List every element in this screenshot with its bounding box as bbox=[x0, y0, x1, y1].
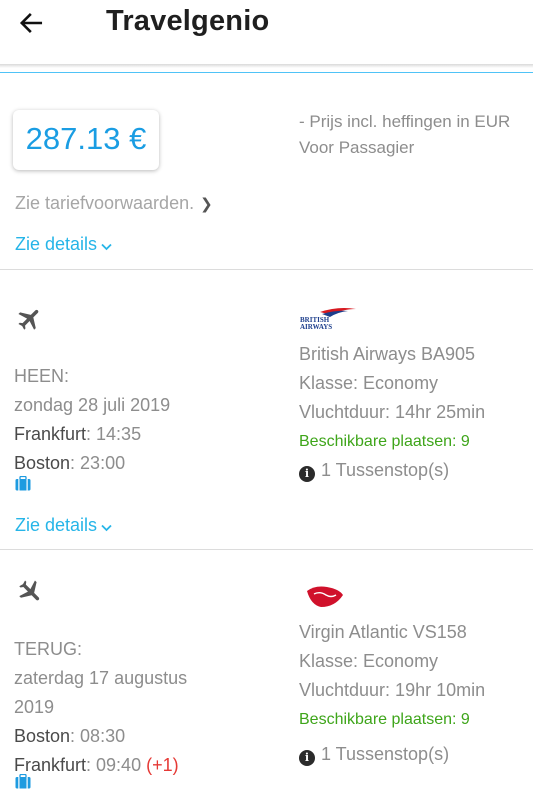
back-button[interactable] bbox=[18, 10, 48, 40]
app-bar-shadow bbox=[0, 64, 533, 68]
fare-conditions-label: Zie tariefvoorwaarden. bbox=[15, 193, 195, 213]
price-amount: 287.13 € bbox=[25, 121, 147, 156]
return-departure: Boston: 08:30 bbox=[14, 722, 187, 751]
price-note: - Prijs incl. heffingen in EUR Voor Pass… bbox=[299, 109, 510, 161]
chevron-down-icon bbox=[101, 516, 112, 537]
return-departure-time: : 08:30 bbox=[70, 726, 126, 746]
details-label: Zie details bbox=[15, 234, 98, 254]
accent-divider bbox=[0, 72, 533, 73]
return-date-year: 2019 bbox=[14, 697, 55, 717]
luggage-icon bbox=[15, 774, 31, 789]
price-note-passenger: Voor Passagier bbox=[299, 138, 415, 157]
fare-conditions-link[interactable]: Zie tariefvoorwaarden. ❯ bbox=[15, 193, 213, 214]
return-class: Klasse: Economy bbox=[299, 651, 439, 671]
return-flight-info: Virgin Atlantic VS158 Klasse: Economy Vl… bbox=[299, 618, 485, 769]
airplane-icon bbox=[18, 309, 39, 330]
chevron-right-icon: ❯ bbox=[200, 196, 213, 213]
return-duration: Vluchtduur: 19hr 10min bbox=[299, 680, 486, 700]
outbound-seats-available: Beschikbare plaatsen: 9 bbox=[299, 433, 470, 450]
svg-text:AIRWAYS: AIRWAYS bbox=[300, 323, 332, 330]
outbound-arrival-time: : 23:00 bbox=[70, 453, 126, 473]
outbound-stops[interactable]: i 1 Tussenstop(s) bbox=[299, 456, 485, 485]
outbound-departure: Frankfurt: 14:35 bbox=[14, 420, 170, 449]
chevron-down-icon bbox=[101, 235, 112, 256]
return-seats-available: Beschikbare plaatsen: 9 bbox=[299, 711, 470, 728]
outbound-direction: HEEN: bbox=[14, 366, 70, 386]
return-direction: TERUG: bbox=[14, 639, 83, 659]
price-details-link[interactable]: Zie details bbox=[15, 234, 112, 256]
outbound-details-link[interactable]: Zie details bbox=[15, 515, 112, 537]
info-icon: i bbox=[299, 750, 315, 766]
return-departure-city: Boston bbox=[14, 726, 71, 746]
divider bbox=[0, 269, 533, 270]
return-stops-label: 1 Tussenstop(s) bbox=[321, 744, 450, 764]
day-offset-badge: (+1) bbox=[146, 755, 179, 775]
airplane-icon bbox=[19, 580, 40, 601]
outbound-departure-city: Frankfurt bbox=[14, 424, 87, 444]
price-card: 287.13 € bbox=[13, 110, 159, 170]
outbound-summary: HEEN: zondag 28 juli 2019 Frankfurt: 14:… bbox=[14, 362, 170, 478]
luggage-icon bbox=[15, 476, 31, 491]
outbound-class: Klasse: Economy bbox=[299, 373, 439, 393]
return-arrival-city: Frankfurt bbox=[14, 755, 87, 775]
info-icon: i bbox=[299, 466, 315, 482]
details-label: Zie details bbox=[15, 515, 98, 535]
outbound-arrival: Boston: 23:00 bbox=[14, 449, 170, 478]
outbound-departure-time: : 14:35 bbox=[86, 424, 142, 444]
outbound-duration: Vluchtduur: 14hr 25min bbox=[299, 402, 486, 422]
return-arrival: Frankfurt: 09:40 (+1) bbox=[14, 751, 187, 780]
page-title: Travelgenio bbox=[106, 5, 270, 37]
price-note-taxes: - Prijs incl. heffingen in EUR bbox=[299, 112, 511, 131]
outbound-date: zondag 28 juli 2019 bbox=[14, 395, 171, 415]
airline-logo bbox=[305, 583, 345, 609]
return-flight-number: Virgin Atlantic VS158 bbox=[299, 622, 467, 642]
arrow-left-icon bbox=[19, 13, 43, 33]
outbound-stops-label: 1 Tussenstop(s) bbox=[321, 460, 450, 480]
return-arrival-time: : 09:40 bbox=[86, 755, 142, 775]
outbound-flight-info: British Airways BA905 Klasse: Economy Vl… bbox=[299, 340, 485, 485]
divider bbox=[0, 549, 533, 550]
outbound-arrival-city: Boston bbox=[14, 453, 71, 473]
app-bar: Travelgenio bbox=[0, 0, 533, 66]
airline-logo: BRITISH AIRWAYS bbox=[298, 306, 358, 331]
outbound-flight-number: British Airways BA905 bbox=[299, 344, 476, 364]
return-stops[interactable]: i 1 Tussenstop(s) bbox=[299, 740, 485, 769]
return-summary: TERUG: zaterdag 17 augustus 2019 Boston:… bbox=[14, 635, 187, 780]
return-date: zaterdag 17 augustus bbox=[14, 668, 188, 688]
